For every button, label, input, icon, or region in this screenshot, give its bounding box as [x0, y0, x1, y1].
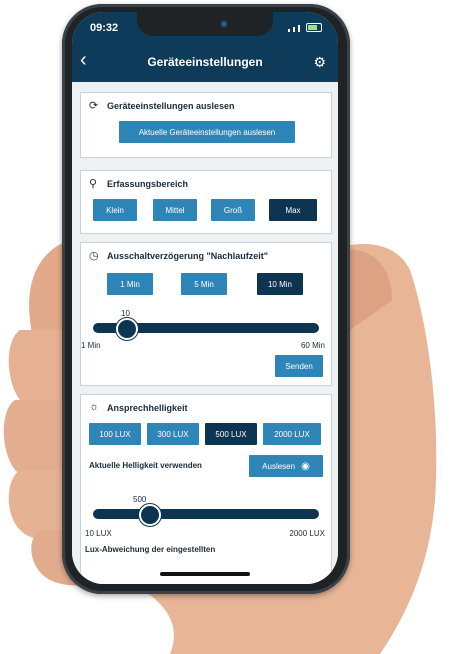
signal-bar [298, 25, 300, 32]
brightness-option-500[interactable]: 500 LUX [205, 423, 257, 445]
app-header: ‹ Geräteeinstellungen ⚙ [72, 42, 338, 82]
read-settings-title: Geräteeinstellungen auslesen [107, 101, 235, 111]
range-option-klein[interactable]: Klein [93, 199, 137, 221]
delay-min-label: 1 Min [81, 341, 101, 350]
range-card: ⚲ Erfassungsbereich Klein Mittel Groß Ma… [80, 170, 332, 234]
delay-option-5min[interactable]: 5 Min [181, 273, 227, 295]
settings-content: ⟳ Geräteeinstellungen auslesen Aktuelle … [72, 82, 338, 584]
search-icon: ⚲ [89, 178, 98, 190]
status-time: 09:32 [90, 22, 119, 34]
battery-icon [306, 23, 322, 32]
status-icons [288, 23, 322, 32]
signal-bar [293, 27, 295, 32]
lightbulb-icon: ☼ [89, 401, 100, 413]
delay-option-1min[interactable]: 1 Min [107, 273, 153, 295]
range-option-gross[interactable]: Groß [211, 199, 255, 221]
camera-dot [221, 21, 227, 27]
send-button[interactable]: Senden [275, 355, 323, 377]
read-brightness-label: Auslesen [262, 461, 296, 471]
brightness-card: ☼ Ansprechhelligkeit 100 LUX 300 LUX 500… [80, 394, 332, 584]
delay-max-label: 60 Min [300, 341, 325, 350]
read-brightness-button[interactable]: Auslesen ◉ [249, 455, 323, 477]
notch [137, 12, 273, 36]
eye-icon: ◉ [301, 460, 310, 472]
delay-card: ◷ Ausschaltverzögerung "Nachlaufzeit" 1 … [80, 242, 332, 386]
read-settings-button[interactable]: Aktuelle Geräteeinstellungen auslesen [119, 121, 295, 143]
brightness-slider-track[interactable] [93, 509, 319, 519]
refresh-icon: ⟳ [89, 100, 99, 112]
signal-icon [288, 29, 290, 32]
brightness-slider-value: 500 [133, 495, 147, 504]
home-indicator[interactable] [160, 572, 250, 576]
lux-deviation-label: Lux-Abweichung der eingestellten [85, 545, 216, 554]
brightness-slider-knob[interactable] [138, 504, 161, 526]
gear-icon[interactable]: ⚙ [313, 54, 326, 71]
app-screen: 09:32 ‹ Geräteeinstellungen ⚙ ⟳ Geräteei… [72, 12, 338, 584]
brightness-min-label: 10 LUX [85, 529, 112, 538]
current-brightness-label: Aktuelle Helligkeit verwenden [89, 461, 202, 470]
range-option-max[interactable]: Max [269, 199, 317, 221]
range-title: Erfassungsbereich [107, 179, 189, 189]
delay-slider-value: 10 [121, 309, 130, 318]
brightness-option-300[interactable]: 300 LUX [147, 423, 199, 445]
brightness-max-label: 2000 LUX [289, 529, 325, 538]
brightness-option-100[interactable]: 100 LUX [89, 423, 141, 445]
delay-title: Ausschaltverzögerung "Nachlaufzeit" [107, 251, 269, 261]
page-title: Geräteeinstellungen [147, 55, 263, 69]
brightness-title: Ansprechhelligkeit [107, 403, 188, 413]
timer-icon: ◷ [89, 250, 99, 262]
range-option-mittel[interactable]: Mittel [153, 199, 197, 221]
delay-slider-knob[interactable] [115, 318, 138, 340]
read-settings-card: ⟳ Geräteeinstellungen auslesen Aktuelle … [80, 92, 332, 158]
brightness-option-2000[interactable]: 2000 LUX [263, 423, 321, 445]
delay-option-10min[interactable]: 10 Min [257, 273, 303, 295]
